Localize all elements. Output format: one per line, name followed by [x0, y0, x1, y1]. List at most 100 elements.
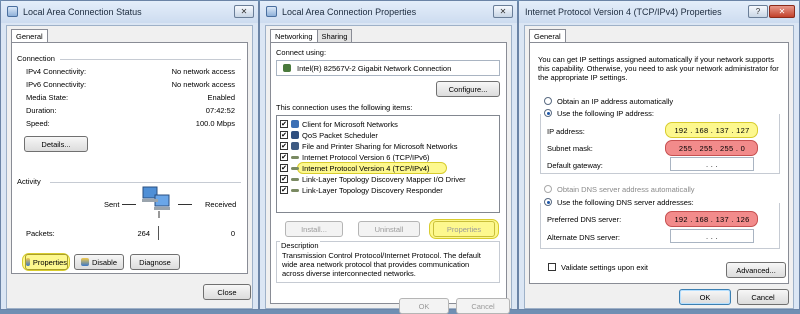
validate-checkbox[interactable]	[548, 263, 556, 271]
protocol-icon	[291, 166, 299, 170]
preferred-dns-label: Preferred DNS server:	[547, 215, 622, 224]
properties-button[interactable]: Properties	[433, 221, 495, 237]
ipv4-connectivity-value: No network access	[171, 67, 235, 76]
adapter-field: Intel(R) 82567V-2 Gigabit Network Connec…	[276, 60, 500, 76]
tab-sharing[interactable]: Sharing	[316, 29, 353, 43]
properties-panel: Connect using: Intel(R) 82567V-2 Gigabit…	[270, 42, 507, 304]
close-dialog-button[interactable]: Close	[203, 284, 251, 300]
checkbox[interactable]: ✔	[280, 120, 288, 128]
details-button[interactable]: Details...	[24, 136, 88, 152]
properties-titlebar: Local Area Connection Properties ✕	[260, 1, 517, 23]
ipv6-connectivity-value: No network access	[171, 80, 235, 89]
protocol-icon	[291, 188, 299, 192]
protocol-icon	[291, 177, 299, 181]
ipv4-titlebar: Internet Protocol Version 4 (TCP/IPv4) P…	[519, 1, 799, 23]
item-label: Link-Layer Topology Discovery Responder	[302, 185, 443, 195]
status-panel: Connection IPv4 Connectivity: No network…	[11, 42, 248, 274]
cancel-button[interactable]: Cancel	[737, 289, 789, 305]
cancel-button-label: Cancel	[471, 301, 495, 311]
gateway-field[interactable]: . . .	[670, 157, 754, 171]
list-item[interactable]: ✔ Link-Layer Topology Discovery Mapper I…	[280, 174, 466, 184]
install-button-label: Install...	[301, 224, 327, 234]
diagnose-button[interactable]: Diagnose	[130, 254, 180, 270]
close-button[interactable]: ✕	[234, 5, 254, 18]
description-text: Transmission Control Protocol/Internet P…	[282, 251, 481, 278]
ipv4-tabs: General	[529, 29, 566, 44]
ipv4-client: General You can get IP settings assigned…	[524, 25, 794, 309]
components-list: ✔ Client for Microsoft Networks ✔ QoS Pa…	[276, 115, 500, 213]
status-client: General Connection IPv4 Connectivity: No…	[6, 25, 253, 309]
auto-ip-label: Obtain an IP address automatically	[557, 97, 674, 106]
advanced-button-label: Advanced...	[736, 265, 776, 275]
help-button[interactable]: ?	[748, 5, 768, 18]
window-title: Local Area Connection Status	[23, 7, 142, 17]
subnet-mask-field[interactable]: 255 . 255 . 255 . 0	[670, 141, 754, 155]
properties-window: Local Area Connection Properties ✕ Netwo…	[259, 0, 518, 314]
checkbox[interactable]: ✔	[280, 142, 288, 150]
checkbox[interactable]: ✔	[280, 186, 288, 194]
ip-address-label: IP address:	[547, 127, 585, 136]
list-item[interactable]: ✔ QoS Packet Scheduler	[280, 130, 378, 140]
received-label: Received	[205, 200, 237, 209]
adapter-name: Intel(R) 82567V-2 Gigabit Network Connec…	[297, 64, 452, 73]
shield-icon	[26, 258, 30, 266]
close-button[interactable]: ✕	[769, 5, 795, 18]
activity-header: Activity	[17, 177, 41, 186]
packets-sent-value: 264	[137, 229, 150, 238]
list-item[interactable]: ✔ File and Printer Sharing for Microsoft…	[280, 141, 457, 151]
item-label: QoS Packet Scheduler	[302, 130, 378, 140]
ok-button-label: OK	[699, 292, 711, 302]
network-activity-icon	[142, 186, 170, 218]
close-button[interactable]: ✕	[493, 5, 513, 18]
disable-button[interactable]: Disable	[74, 254, 124, 270]
auto-dns-radio[interactable]	[544, 185, 552, 193]
properties-client: Networking Sharing Connect using: Intel(…	[265, 25, 512, 314]
alternate-dns-field[interactable]: . . .	[670, 229, 754, 243]
speed-label: Speed:	[26, 119, 50, 128]
network-icon	[266, 6, 277, 17]
install-button[interactable]: Install...	[285, 221, 343, 237]
disable-button-label: Disable	[91, 257, 117, 267]
checkbox[interactable]: ✔	[280, 164, 288, 172]
validate-label: Validate settings upon exit	[561, 263, 649, 272]
item-label: File and Printer Sharing for Microsoft N…	[302, 141, 458, 151]
list-item-ipv4[interactable]: ✔ Internet Protocol Version 4 (TCP/IPv4)	[280, 163, 430, 173]
list-item[interactable]: ✔ Internet Protocol Version 6 (TCP/IPv6)	[280, 152, 430, 162]
details-button-label: Details...	[41, 139, 71, 149]
ipv4-panel: You can get IP settings assigned automat…	[529, 42, 789, 284]
shield-icon	[80, 258, 89, 266]
advanced-button[interactable]: Advanced...	[726, 262, 786, 278]
checkbox[interactable]: ✔	[280, 153, 288, 161]
sent-line	[122, 204, 136, 205]
auto-ip-radio[interactable]	[544, 97, 552, 105]
packets-received-value: 0	[230, 229, 235, 238]
checkbox[interactable]: ✔	[280, 131, 288, 139]
diagnose-button-label: Diagnose	[139, 257, 171, 267]
uninstall-button[interactable]: Uninstall	[358, 221, 420, 237]
list-item[interactable]: ✔ Link-Layer Topology Discovery Responde…	[280, 185, 443, 195]
packets-label: Packets:	[26, 229, 55, 238]
configure-button-label: Configure...	[448, 84, 488, 94]
network-adapter-icon	[283, 64, 291, 72]
list-item[interactable]: ✔ Client for Microsoft Networks	[280, 119, 398, 129]
status-titlebar: Local Area Connection Status ✕	[1, 1, 258, 23]
divider	[60, 59, 241, 60]
preferred-dns-field[interactable]: 192 . 168 . 137 . 126	[670, 212, 754, 226]
ip-address-field[interactable]: 192 . 168 . 137 . 127	[670, 123, 754, 137]
ok-button-label: OK	[418, 301, 430, 311]
qos-icon	[291, 131, 299, 139]
speed-value: 100.0 Mbps	[195, 119, 235, 128]
duration-value: 07:42:52	[205, 106, 235, 115]
configure-button[interactable]: Configure...	[436, 81, 500, 97]
properties-button[interactable]: Properties	[25, 254, 68, 270]
gateway-label: Default gateway:	[547, 161, 603, 170]
checkbox[interactable]: ✔	[280, 175, 288, 183]
media-state-value: Enabled	[207, 93, 235, 102]
status-tabs: General	[11, 29, 48, 44]
close-button-label: Close	[217, 287, 237, 297]
cancel-button[interactable]: Cancel	[456, 298, 510, 314]
ok-button[interactable]: OK	[399, 298, 449, 314]
sent-label: Sent	[104, 200, 120, 209]
connection-header: Connection	[17, 54, 55, 63]
ok-button[interactable]: OK	[679, 289, 731, 305]
